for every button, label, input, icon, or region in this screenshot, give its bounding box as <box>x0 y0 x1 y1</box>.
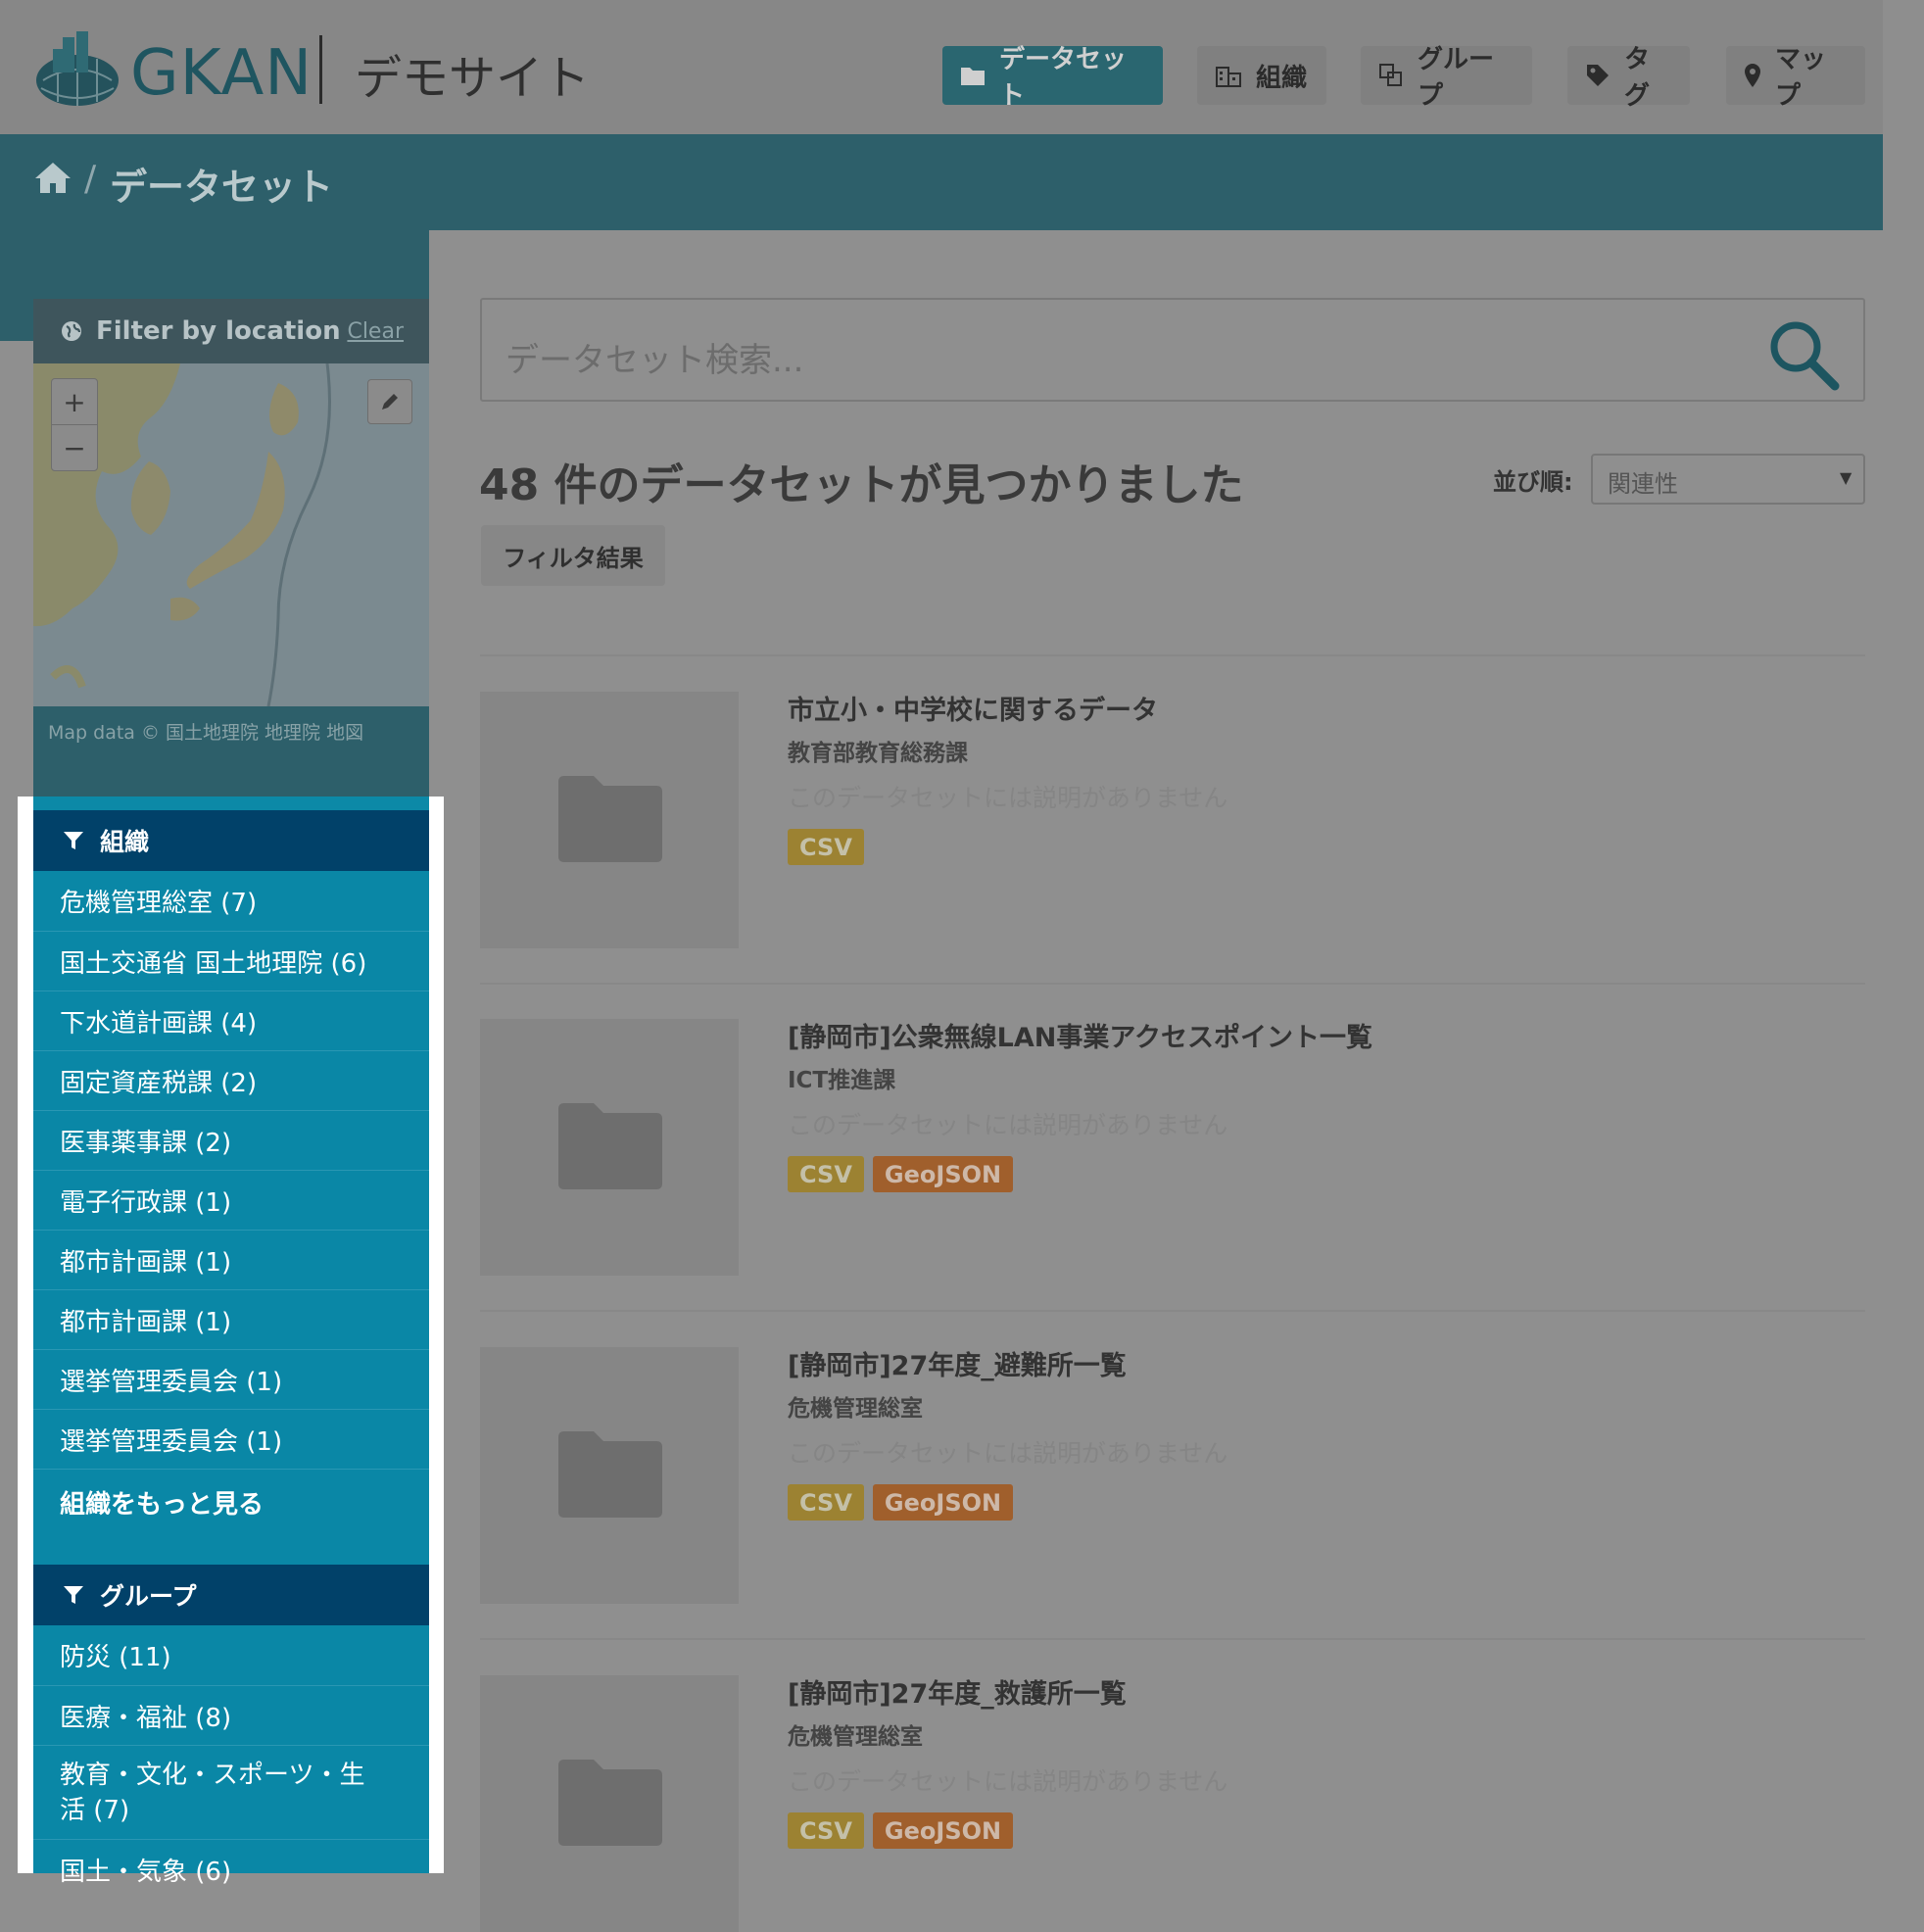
dataset-org: 危機管理総室 <box>788 1724 923 1750</box>
dataset-title[interactable]: [静岡市]27年度_避難所一覧 <box>788 1344 1127 1382</box>
nav-label: データセット <box>999 45 1128 111</box>
search-icon[interactable] <box>1764 315 1843 394</box>
breadcrumb-current[interactable]: データセット <box>110 157 333 211</box>
map-attribution: Map data © 国土地理院 地理院 地図 <box>48 722 364 744</box>
nav-label: 組織 <box>1256 63 1308 93</box>
facet-item[interactable]: 医療・福祉 (8) <box>33 1685 429 1745</box>
search-placeholder: データセット検索... <box>505 341 804 380</box>
show-more-organizations-link[interactable]: 組織をもっと見る <box>60 1484 264 1521</box>
folder-icon <box>558 1431 662 1518</box>
facet-title: グループ <box>100 1582 197 1611</box>
sort-label: 並び順: <box>1493 468 1573 496</box>
nav-datasets[interactable]: データセット <box>942 45 1163 111</box>
sort-value: 関連性 <box>1608 470 1678 498</box>
format-tags: CSV GeoJSON <box>788 1484 1014 1521</box>
pencil-icon <box>382 394 398 410</box>
format-badge-csv[interactable]: CSV <box>788 1484 864 1521</box>
facet-item[interactable]: 選挙管理委員会 (1) <box>33 1349 429 1409</box>
dataset-org: 教育部教育総務課 <box>788 741 968 766</box>
results-count: 48 件のデータセットが見つかりました <box>479 460 1244 510</box>
filter-icon <box>64 1586 83 1604</box>
gkan-logo-icon[interactable] <box>33 29 121 110</box>
dataset-description: このデータセットには説明がありません <box>788 1767 1228 1796</box>
facet-item[interactable]: 下水道計画課 (4) <box>33 990 429 1050</box>
facet-item[interactable]: 固定資産税課 (2) <box>33 1050 429 1110</box>
facet-item[interactable]: 危機管理総室 (7) <box>33 871 429 931</box>
folder-icon <box>558 776 662 862</box>
location-filter-header: Filter by location Clear <box>33 299 429 363</box>
folder-icon <box>558 1103 662 1189</box>
facet-header-organizations: 組織 <box>33 810 429 871</box>
home-icon[interactable] <box>33 160 72 195</box>
nav-groups[interactable]: グループ <box>1361 45 1532 111</box>
map-marker-icon <box>1745 64 1760 87</box>
format-tags: CSV GeoJSON <box>788 1156 1014 1192</box>
gkan-logo-text[interactable]: GKAN <box>130 37 313 110</box>
facet-item[interactable]: 国土交通省 国土地理院 (6) <box>33 931 429 990</box>
facet-top-bar <box>33 797 429 810</box>
site-name[interactable]: デモサイト <box>355 39 590 108</box>
folder-icon <box>961 68 985 85</box>
dataset-org: ICT推進課 <box>788 1068 896 1093</box>
globe-icon <box>62 321 81 341</box>
map-zoom-out-button[interactable]: − <box>51 424 98 471</box>
facet-divider <box>33 1469 429 1470</box>
dataset-title[interactable]: 市立小・中学校に関するデータ <box>788 689 1158 727</box>
format-badge-geojson[interactable]: GeoJSON <box>872 1812 1014 1849</box>
breadcrumb-separator: / <box>84 159 97 199</box>
dataset-title[interactable]: [静岡市]公衆無線LAN事業アクセスポイント一覧 <box>788 1016 1372 1054</box>
format-tags: CSV <box>788 829 864 865</box>
location-filter-title: Filter by location <box>96 316 341 346</box>
divider <box>480 1310 1865 1312</box>
chevron-down-icon: ▼ <box>1840 468 1852 487</box>
facet-item[interactable]: 都市計画課 (1) <box>33 1230 429 1289</box>
facet-item[interactable]: 都市計画課 (1) <box>33 1289 429 1349</box>
format-badge-geojson[interactable]: GeoJSON <box>872 1156 1014 1192</box>
format-tags: CSV GeoJSON <box>788 1812 1014 1849</box>
facet-header-groups: グループ <box>33 1565 429 1625</box>
tag-icon <box>1587 65 1609 86</box>
nav-map[interactable]: マップ <box>1726 45 1865 111</box>
divider <box>480 654 1865 656</box>
logo-divider <box>319 35 322 104</box>
filter-icon <box>64 832 83 849</box>
facet-item[interactable]: 選挙管理委員会 (1) <box>33 1409 429 1469</box>
facet-item[interactable]: 防災 (11) <box>33 1625 429 1685</box>
map-zoom-in-button[interactable]: + <box>51 378 98 425</box>
filter-results-button[interactable]: フィルタ結果 <box>481 525 665 586</box>
divider <box>480 1638 1865 1640</box>
divider <box>480 983 1865 985</box>
nav-label: タグ <box>1624 45 1651 111</box>
format-badge-csv[interactable]: CSV <box>788 1156 864 1192</box>
dataset-description: このデータセットには説明がありません <box>788 1439 1228 1468</box>
group-icon <box>1379 64 1402 86</box>
nav-label: マップ <box>1775 45 1827 111</box>
nav-label: グループ <box>1418 45 1495 111</box>
dataset-title[interactable]: [静岡市]27年度_救護所一覧 <box>788 1672 1127 1711</box>
filter-results-label: フィルタ結果 <box>503 544 644 572</box>
dataset-description: このデータセットには説明がありません <box>788 784 1228 812</box>
folder-icon <box>558 1760 662 1846</box>
format-badge-csv[interactable]: CSV <box>788 829 864 865</box>
nav-organizations[interactable]: 組織 <box>1197 46 1326 105</box>
facet-item[interactable]: 国土・気象 (6) <box>33 1839 429 1899</box>
facet-title: 組織 <box>100 828 150 856</box>
facet-item[interactable]: 医事薬事課 (2) <box>33 1110 429 1170</box>
dataset-description: このデータセットには説明がありません <box>788 1111 1228 1139</box>
location-clear-link[interactable]: Clear <box>347 319 404 344</box>
dataset-org: 危機管理総室 <box>788 1396 923 1422</box>
building-icon <box>1216 67 1241 87</box>
nav-tags[interactable]: タグ <box>1567 45 1690 111</box>
map-draw-button[interactable] <box>367 379 412 424</box>
format-badge-csv[interactable]: CSV <box>788 1812 864 1849</box>
facet-item[interactable]: 教育・文化・スポーツ・生活 (7) <box>33 1745 429 1839</box>
format-badge-geojson[interactable]: GeoJSON <box>872 1484 1014 1521</box>
facet-item[interactable]: 電子行政課 (1) <box>33 1170 429 1230</box>
